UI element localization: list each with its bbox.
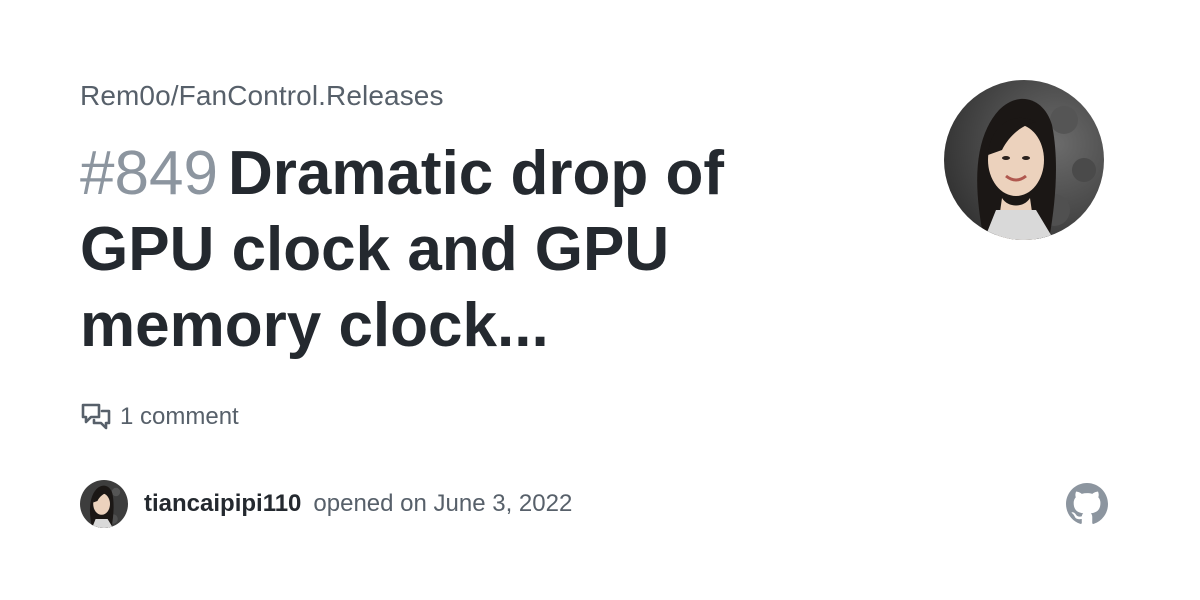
author-avatar-small[interactable] [80,480,128,528]
author-username[interactable]: tiancaipipi110 [144,490,301,518]
comment-count[interactable]: 1 comment [80,399,239,435]
comment-count-label: 1 comment [120,403,239,430]
issue-number: #849 [80,139,218,208]
comment-discussion-icon [80,401,112,433]
repo-name[interactable]: Rem0o/FanControl.Releases [80,80,444,112]
issue-meta-row: tiancaipipi110 opened on June 3, 2022 [80,480,572,528]
social-preview-card: Rem0o/FanControl.Releases #849 Dramatic d… [0,0,1200,600]
opened-date: opened on June 3, 2022 [313,490,573,517]
issue-title[interactable]: #849 Dramatic drop of GPU clock and GPU m… [80,136,840,364]
github-logo-icon [1066,483,1108,525]
author-avatar-large [944,80,1104,240]
